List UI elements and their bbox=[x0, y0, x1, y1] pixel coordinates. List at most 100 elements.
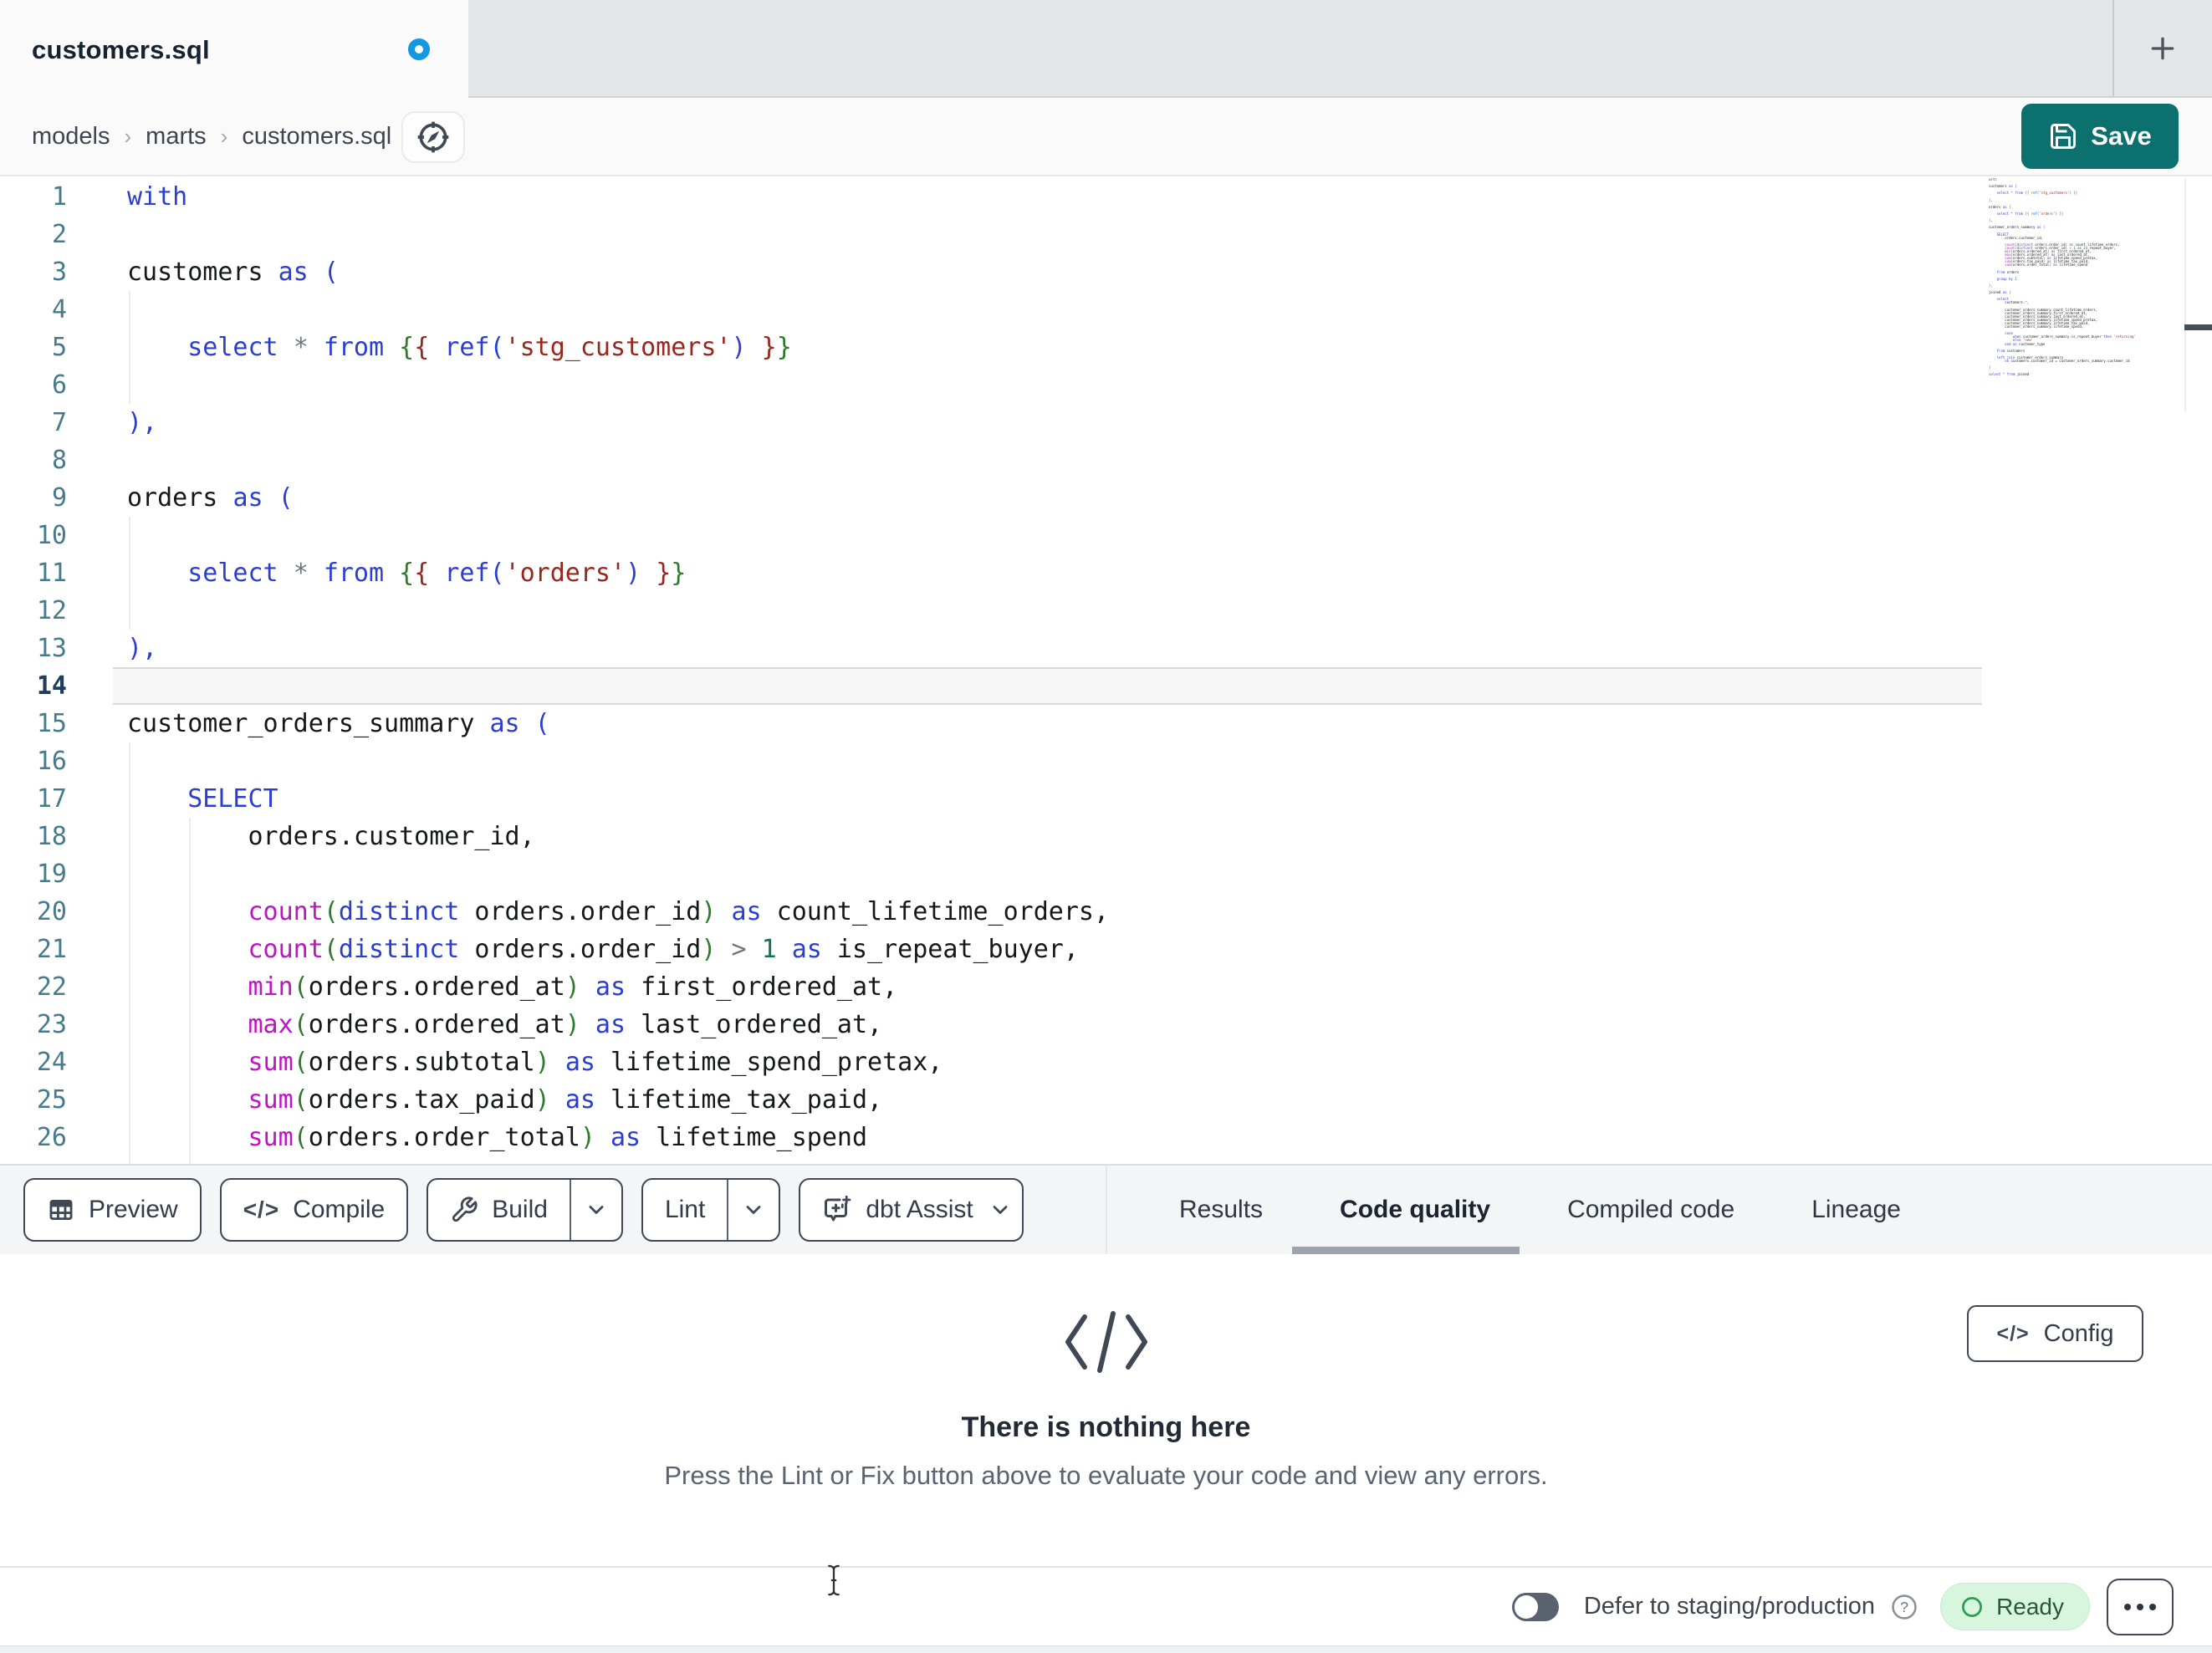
results-panel: There is nothing here Press the Lint or … bbox=[0, 1254, 2212, 1566]
code-line[interactable]: 23 max(orders.ordered_at) as last_ordere… bbox=[0, 1006, 2212, 1043]
status-ring-icon bbox=[1962, 1596, 1983, 1617]
code-line[interactable]: 26 sum(orders.order_total) as lifetime_s… bbox=[0, 1119, 2212, 1156]
code-line[interactable]: 13), bbox=[0, 630, 2212, 667]
defer-label: Defer to staging/production bbox=[1583, 1593, 1876, 1620]
status-badge[interactable]: Ready bbox=[1940, 1583, 2090, 1630]
lint-main[interactable]: Lint bbox=[643, 1180, 727, 1240]
code-line[interactable]: 15 customer_orders_summary as ( bbox=[0, 705, 2212, 742]
chevron-down-icon bbox=[589, 1206, 604, 1214]
code-line[interactable]: 6 bbox=[0, 366, 2212, 404]
minimap[interactable]: with customers as ( select * from {{ ref(… bbox=[1989, 178, 2184, 382]
lint-button: Lint bbox=[641, 1178, 781, 1242]
code-line[interactable]: 4 bbox=[0, 291, 2212, 329]
panel-tabs: Results Code quality Compiled code Linea… bbox=[1179, 1166, 1901, 1254]
code-lines: 1 with 2 3 customers as ( 4 5 select * from {{… bbox=[0, 178, 2212, 1156]
save-floppy-icon bbox=[2051, 124, 2077, 149]
code-line[interactable]: 8 bbox=[0, 441, 2212, 479]
wrench-icon bbox=[452, 1196, 478, 1222]
code-line[interactable]: 24 sum(orders.subtotal) as lifetime_spen… bbox=[0, 1043, 2212, 1081]
line-number: 13 bbox=[36, 634, 67, 663]
line-number: 19 bbox=[36, 860, 67, 889]
code-line[interactable]: 3 customers as ( bbox=[0, 253, 2212, 291]
tab-bar-divider bbox=[2112, 0, 2114, 96]
code-line[interactable]: 14 bbox=[0, 667, 2212, 705]
build-dropdown-button[interactable] bbox=[569, 1180, 621, 1240]
help-button[interactable]: ? bbox=[1890, 1593, 1918, 1621]
code-line[interactable]: 5 select * from {{ ref('stg_customers') … bbox=[0, 329, 2212, 366]
active-tab-underline bbox=[1292, 1247, 1520, 1254]
line-number: 12 bbox=[36, 596, 67, 625]
line-number: 4 bbox=[51, 295, 67, 324]
defer-toggle[interactable] bbox=[1511, 1592, 1559, 1621]
ibeam-mouse-cursor bbox=[828, 1564, 840, 1596]
line-number: 18 bbox=[36, 822, 67, 851]
tab-title: customers.sql bbox=[32, 34, 210, 64]
code-line[interactable]: 25 sum(orders.tax_paid) as lifetime_tax_… bbox=[0, 1081, 2212, 1119]
toolbar-separator bbox=[1106, 1166, 1107, 1254]
code-line[interactable]: 1 with bbox=[0, 178, 2212, 216]
explore-lineage-button[interactable] bbox=[401, 111, 465, 163]
code-line[interactable]: 21 count(distinct orders.order_id) > 1 a… bbox=[0, 931, 2212, 968]
line-number: 11 bbox=[36, 559, 67, 588]
compile-button[interactable]: </> Compile bbox=[219, 1178, 409, 1242]
code-slash-icon bbox=[1065, 1311, 1147, 1373]
code-line[interactable]: 17 SELECT bbox=[0, 780, 2212, 818]
line-number: 22 bbox=[36, 972, 67, 1002]
code-line[interactable]: 9 orders as ( bbox=[0, 479, 2212, 517]
line-number: 17 bbox=[36, 784, 67, 814]
code-line[interactable]: 2 bbox=[0, 216, 2212, 253]
toggle-knob bbox=[1514, 1594, 1538, 1619]
breadcrumb-marts[interactable]: marts bbox=[146, 123, 207, 151]
more-options-button[interactable] bbox=[2107, 1578, 2174, 1635]
save-label: Save bbox=[2091, 121, 2152, 151]
action-toolbar: Preview </> Compile Build Lint dbt Assis… bbox=[0, 1164, 2212, 1254]
code-icon: </> bbox=[1996, 1321, 2030, 1345]
compass-icon bbox=[417, 121, 449, 153]
line-number: 26 bbox=[36, 1123, 67, 1152]
unsaved-changes-dot-icon bbox=[408, 38, 430, 60]
code-editor[interactable]: 1 with 2 3 customers as ( 4 5 select * from {{… bbox=[0, 176, 2212, 1164]
code-line[interactable]: 20 count(distinct orders.order_id) as co… bbox=[0, 893, 2212, 931]
preview-button[interactable]: Preview bbox=[23, 1178, 202, 1242]
line-number: 1 bbox=[51, 182, 67, 212]
config-button[interactable]: </> Config bbox=[1967, 1305, 2143, 1362]
line-number: 23 bbox=[36, 1010, 67, 1039]
line-number: 3 bbox=[51, 258, 67, 287]
chevron-down-icon bbox=[746, 1206, 761, 1214]
lint-label: Lint bbox=[664, 1196, 706, 1223]
dbt-assist-button[interactable]: dbt Assist bbox=[799, 1178, 1024, 1242]
code-line[interactable]: 7), bbox=[0, 404, 2212, 441]
line-number: 16 bbox=[36, 747, 67, 776]
lint-dropdown-button[interactable] bbox=[727, 1180, 779, 1240]
status-label: Ready bbox=[1996, 1593, 2064, 1620]
tab-results[interactable]: Results bbox=[1179, 1196, 1263, 1224]
breadcrumb-bar: models › marts › customers.sql Save bbox=[0, 98, 2212, 176]
empty-state-subtitle: Press the Lint or Fix button above to ev… bbox=[664, 1461, 1548, 1490]
breadcrumb-separator: › bbox=[124, 123, 132, 149]
breadcrumb-separator: › bbox=[220, 123, 228, 149]
code-line[interactable]: 22 min(orders.ordered_at) as first_order… bbox=[0, 968, 2212, 1006]
breadcrumb-current-file: customers.sql bbox=[242, 122, 392, 150]
line-number: 20 bbox=[36, 897, 67, 926]
config-label: Config bbox=[2043, 1319, 2114, 1347]
preview-label: Preview bbox=[89, 1196, 178, 1223]
tab-customers-sql[interactable]: customers.sql bbox=[0, 0, 468, 99]
tab-code-quality[interactable]: Code quality bbox=[1340, 1196, 1490, 1224]
code-line[interactable]: 12 bbox=[0, 592, 2212, 630]
code-line[interactable]: 10 bbox=[0, 517, 2212, 554]
tab-lineage[interactable]: Lineage bbox=[1811, 1196, 1901, 1224]
code-line[interactable]: 11 select * from {{ ref('orders') }} bbox=[0, 554, 2212, 592]
tab-compiled-code[interactable]: Compiled code bbox=[1567, 1196, 1734, 1224]
code-line[interactable]: 19 bbox=[0, 855, 2212, 893]
line-number: 6 bbox=[51, 370, 67, 400]
status-bar: Defer to staging/production ? Ready bbox=[0, 1566, 2212, 1645]
build-main[interactable]: Build bbox=[428, 1180, 570, 1240]
code-line[interactable]: 16 bbox=[0, 742, 2212, 780]
build-button: Build bbox=[427, 1178, 623, 1242]
code-line[interactable]: 18 orders.customer_id, bbox=[0, 818, 2212, 855]
line-number: 5 bbox=[51, 333, 67, 362]
breadcrumb-models[interactable]: models bbox=[32, 123, 110, 151]
new-tab-button[interactable] bbox=[2143, 29, 2182, 68]
save-button[interactable]: Save bbox=[2021, 104, 2179, 169]
chat-sparkle-icon bbox=[825, 1195, 851, 1222]
